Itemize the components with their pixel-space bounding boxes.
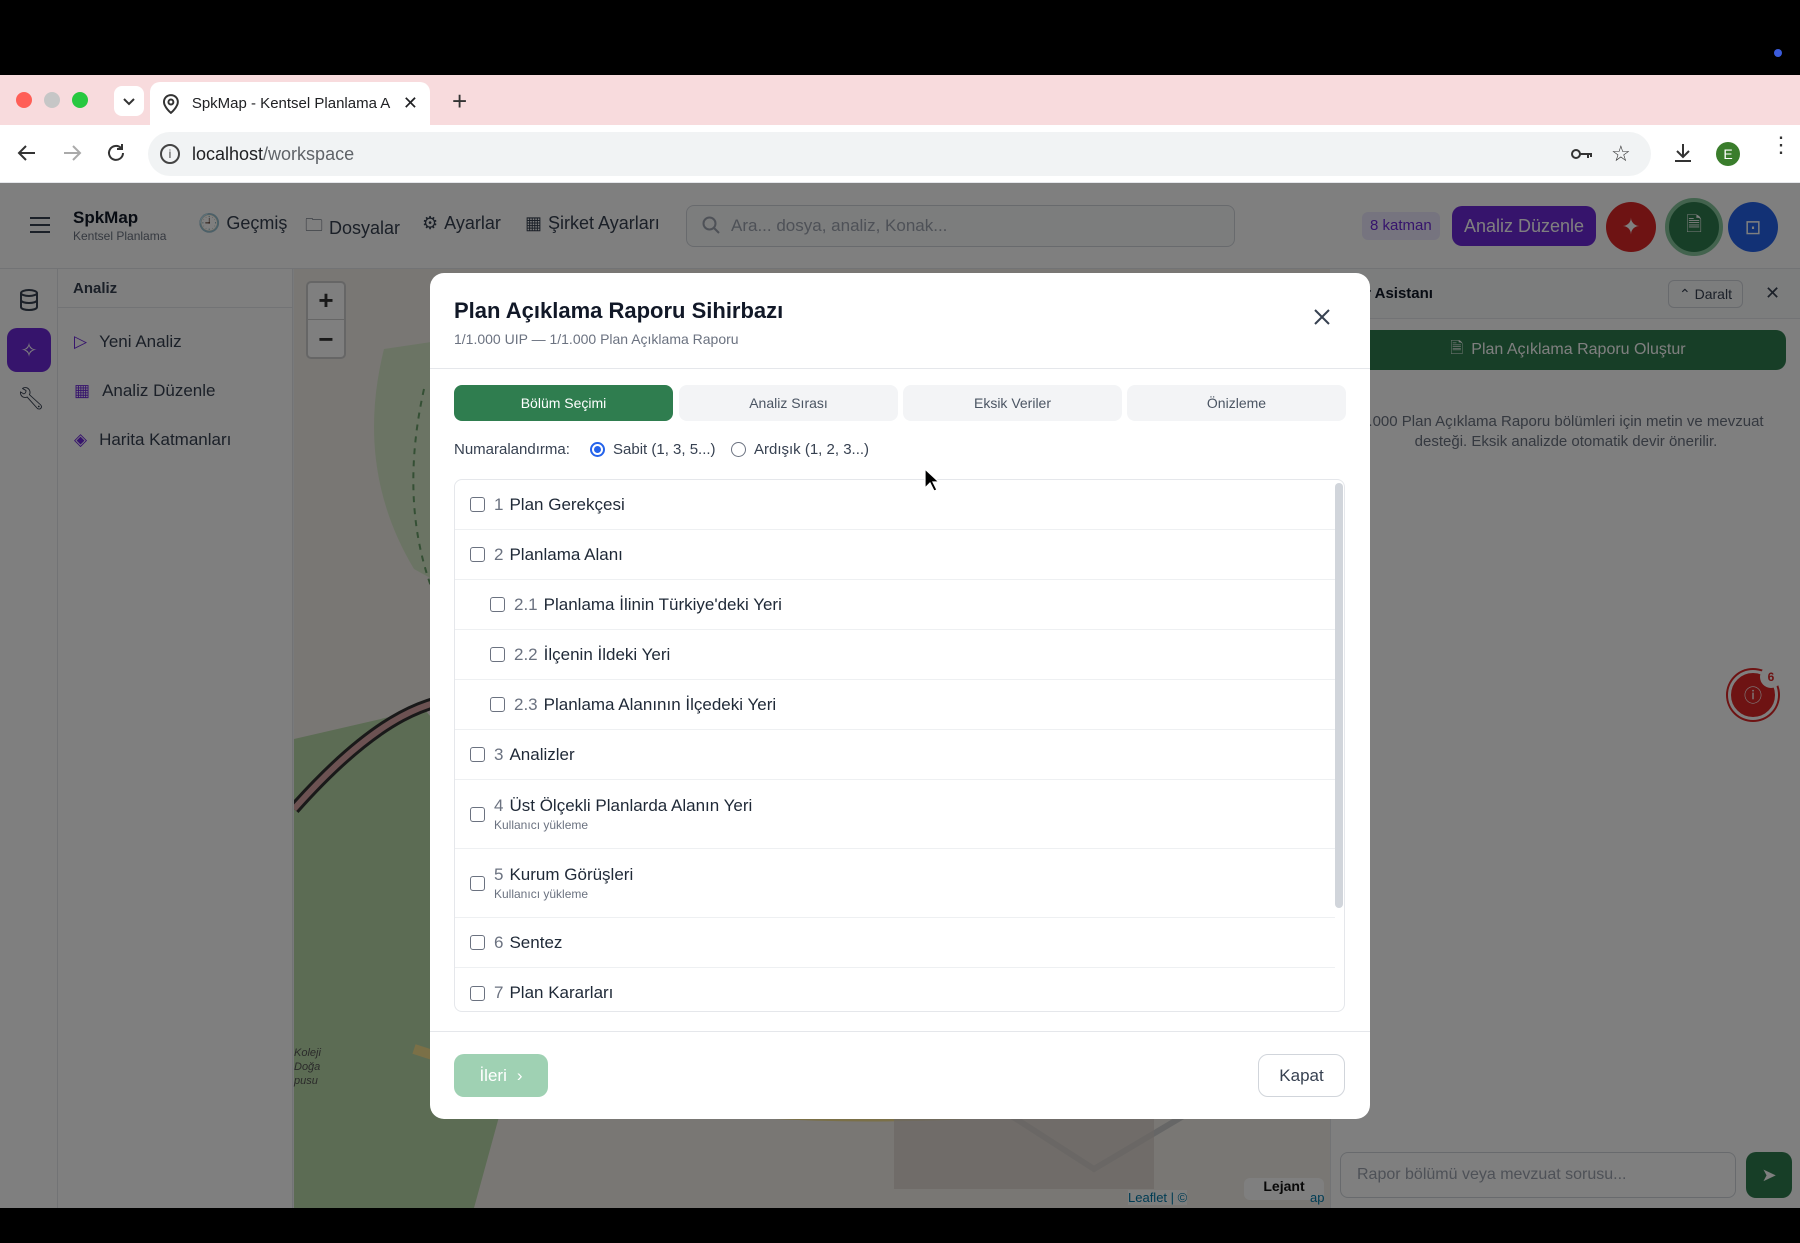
section-title: Planlama İlinin Türkiye'deki Yeri [543, 594, 782, 614]
section-note: Kullanıcı yükleme [494, 887, 589, 901]
radio-checked-icon [590, 442, 605, 457]
forward-icon[interactable] [61, 142, 83, 164]
modal-header-divider [430, 368, 1370, 369]
site-info-icon[interactable]: i [160, 144, 180, 164]
next-label: İleri [479, 1065, 507, 1085]
step-missing-data[interactable]: Eksik Veriler [903, 385, 1122, 421]
profile-avatar[interactable]: E [1716, 142, 1740, 166]
section-number: 2.1 [514, 594, 538, 614]
recording-dot [1774, 49, 1782, 57]
section-title: Kurum Görüşleri [509, 865, 634, 884]
section-number: 5 [494, 865, 504, 884]
reload-icon[interactable] [105, 142, 127, 164]
section-row[interactable]: 2.3 Planlama Alanının İlçedeki Yeri [455, 680, 1335, 730]
section-title: İlçenin İldeki Yeri [543, 644, 671, 664]
download-icon[interactable] [1672, 142, 1694, 164]
section-title: Analizler [509, 744, 575, 764]
back-icon[interactable] [16, 142, 38, 164]
section-checkbox[interactable] [470, 806, 485, 822]
section-checkbox[interactable] [470, 547, 485, 562]
step-section-selection[interactable]: Bölüm Seçimi [454, 385, 673, 421]
section-checkbox[interactable] [470, 497, 485, 512]
tab-title: SpkMap - Kentsel Planlama A [191, 95, 391, 112]
section-checkbox[interactable] [490, 597, 505, 612]
modal-close-icon[interactable] [1313, 308, 1331, 326]
url-host: localhost [192, 143, 264, 164]
section-number: 6 [494, 932, 504, 952]
section-list-scrollbar[interactable] [1335, 483, 1343, 908]
numbering-fixed-label: Sabit (1, 3, 5...) [613, 441, 716, 458]
section-checkbox[interactable] [470, 875, 485, 891]
section-row[interactable]: 1 Plan Gerekçesi [455, 480, 1335, 530]
modal-subtitle: 1/1.000 UIP — 1/1.000 Plan Açıklama Rapo… [454, 331, 739, 347]
new-tab-button[interactable]: + [452, 86, 467, 117]
numbering-label: Numaralandırma: [454, 441, 570, 458]
mouse-cursor-icon [924, 468, 940, 492]
section-title: Plan Gerekçesi [509, 494, 625, 514]
minimize-window-button[interactable] [44, 92, 60, 108]
numbering-fixed-radio[interactable]: Sabit (1, 3, 5...) [590, 441, 716, 458]
section-number: 2 [494, 544, 504, 564]
section-number: 1 [494, 494, 504, 514]
section-title: Planlama Alanının İlçedeki Yeri [543, 694, 777, 714]
address-bar[interactable]: localhost/workspace [148, 132, 1651, 176]
section-note: Kullanıcı yükleme [494, 818, 589, 832]
bookmark-star-icon[interactable]: ☆ [1611, 141, 1631, 167]
tab-search-button[interactable] [114, 86, 144, 116]
section-number: 4 [494, 796, 504, 815]
section-row[interactable]: 2.2 İlçenin İldeki Yeri [455, 630, 1335, 680]
close-window-button[interactable] [16, 92, 32, 108]
section-checkbox[interactable] [490, 697, 505, 712]
section-title: Sentez [509, 932, 563, 952]
section-row[interactable]: 3 Analizler [455, 730, 1335, 780]
section-checkbox[interactable] [470, 747, 485, 762]
section-checkbox[interactable] [470, 985, 485, 1001]
section-number: 2.2 [514, 644, 538, 664]
section-row[interactable]: 2 Planlama Alanı [455, 530, 1335, 580]
section-list: 1 Plan Gerekçesi 2 Planlama Alanı 2.1 Planl… [454, 479, 1345, 1012]
tab-close-icon[interactable]: ✕ [403, 93, 418, 114]
chevron-down-icon [123, 98, 135, 106]
section-title: Üst Ölçekli Planlarda Alanın Yeri [509, 796, 753, 815]
section-checkbox[interactable] [490, 647, 505, 662]
section-row[interactable]: 7 Plan Kararları [455, 968, 1335, 1011]
browser-menu-icon[interactable]: ⋮ [1770, 134, 1792, 156]
section-row[interactable]: 6 Sentez [455, 918, 1335, 968]
section-row[interactable]: 4 Üst Ölçekli Planlarda Alanın Yeri Kullan… [455, 780, 1335, 849]
step-preview[interactable]: Önizleme [1127, 385, 1346, 421]
close-button[interactable]: Kapat [1258, 1054, 1345, 1097]
section-title: Plan Kararları [509, 983, 614, 1002]
modal-title: Plan Açıklama Raporu Sihirbazı [454, 298, 784, 323]
section-title: Planlama Alanı [509, 544, 623, 564]
section-row[interactable]: 5 Kurum Görüşleri Kullanıcı yükleme [455, 849, 1335, 918]
modal-footer-divider [430, 1031, 1370, 1032]
password-key-icon[interactable] [1570, 144, 1594, 164]
screen-bottom-bar [0, 1208, 1800, 1243]
maximize-window-button[interactable] [72, 92, 88, 108]
next-button[interactable]: İleri › [454, 1054, 548, 1097]
section-number: 3 [494, 744, 504, 764]
radio-unchecked-icon [731, 442, 746, 457]
map-pin-icon [162, 93, 179, 114]
section-row[interactable]: 2.1 Planlama İlinin Türkiye'deki Yeri [455, 580, 1335, 630]
screen-top-bar [0, 0, 1800, 75]
section-number: 7 [494, 983, 504, 1002]
numbering-sequential-label: Ardışık (1, 2, 3...) [754, 441, 870, 458]
section-checkbox[interactable] [470, 935, 485, 950]
chevron-right-icon: › [516, 1065, 523, 1085]
section-number: 2.3 [514, 694, 538, 714]
numbering-sequential-radio[interactable]: Ardışık (1, 2, 3...) [731, 441, 869, 458]
url-path: /workspace [263, 143, 355, 164]
browser-tab-active[interactable]: SpkMap - Kentsel Planlama A ✕ [150, 82, 430, 125]
step-analysis-order[interactable]: Analiz Sırası [679, 385, 898, 421]
